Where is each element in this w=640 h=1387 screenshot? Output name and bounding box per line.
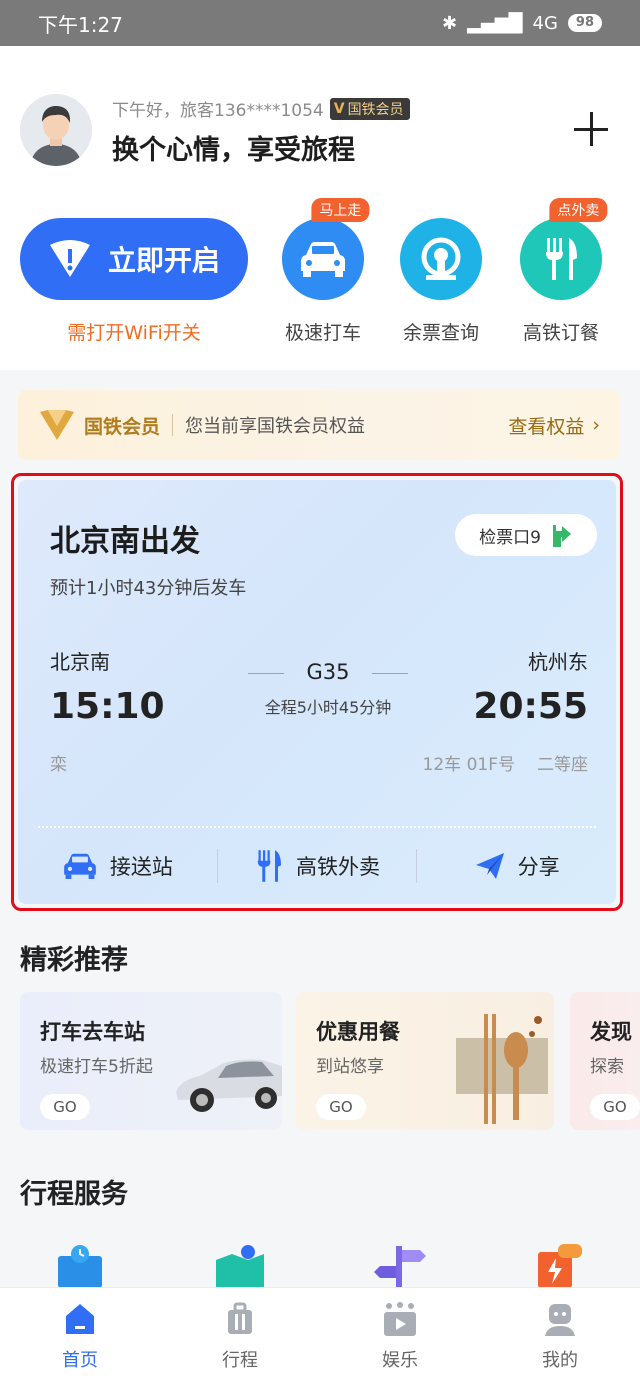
rec-card-title: 打车去车站	[40, 1020, 145, 1044]
luggage-icon	[228, 1302, 252, 1334]
profile-icon	[545, 1304, 575, 1336]
quick-action-label: 余票查询	[402, 322, 479, 344]
rec-card-subtitle: 到站悠享	[316, 1057, 384, 1077]
signal-icon: ▂▄▆█	[467, 12, 523, 34]
wifi-icon	[49, 240, 90, 277]
battery-level: 98	[567, 14, 602, 32]
car-illustration	[176, 1059, 282, 1112]
member-benefits-strip[interactable]: 国铁会员 您当前享国铁会员权益 查看权益 ›	[18, 390, 620, 460]
home-icon	[66, 1304, 94, 1334]
quick-action-label: 极速打车	[284, 322, 361, 344]
quick-action-meal[interactable]: 点外卖 高铁订餐	[506, 198, 616, 345]
bottom-nav: 首页 行程 娱乐 我的	[0, 1287, 640, 1387]
divider	[172, 414, 174, 436]
quick-action-taxi[interactable]: 马上走 极速打车	[268, 198, 378, 345]
rec-card-title: 优惠用餐	[316, 1020, 400, 1044]
rec-card-discover[interactable]: 发现 探索 GO	[570, 992, 640, 1130]
quick-action-badge: 点外卖	[549, 198, 608, 222]
greeting: 下午好，旅客136****1054 V 国铁会员	[112, 96, 410, 121]
rec-card-subtitle: 探索	[590, 1057, 624, 1077]
plus-icon[interactable]	[574, 112, 608, 146]
rec-card-subtitle: 极速打车5折起	[40, 1057, 153, 1077]
status-bar: 下午1:27 ✱ ▂▄▆█ 4G 98	[0, 0, 640, 46]
go-button[interactable]: GO	[590, 1094, 640, 1120]
nav-trips[interactable]: 行程	[160, 1288, 320, 1387]
avatar-person-icon	[20, 94, 92, 166]
clock-service-icon[interactable]	[54, 1244, 106, 1288]
nav-trips-label: 行程	[222, 1350, 258, 1371]
go-button[interactable]: GO	[316, 1094, 366, 1120]
bluetooth-icon: ✱	[442, 12, 458, 34]
car-icon	[282, 218, 364, 300]
nav-entertainment[interactable]: 娱乐	[320, 1288, 480, 1387]
nav-home[interactable]: 首页	[0, 1288, 160, 1387]
member-strip-text: 您当前享国铁会员权益	[185, 416, 366, 437]
railway-logo-icon	[400, 218, 482, 300]
v-badge-icon: V	[333, 100, 345, 117]
status-indicators: ✱ ▂▄▆█ 4G 98	[442, 13, 602, 34]
quick-action-label: 高铁订餐	[522, 322, 599, 344]
nav-profile[interactable]: 我的	[480, 1288, 640, 1387]
slogan: 换个心情，享受旅程	[112, 135, 355, 166]
network-type: 4G	[532, 12, 558, 34]
nav-entertainment-label: 娱乐	[382, 1350, 418, 1371]
nav-profile-label: 我的	[542, 1350, 578, 1371]
nav-home-label: 首页	[62, 1350, 98, 1371]
rec-card-taxi[interactable]: 打车去车站 极速打车5折起 GO	[20, 992, 282, 1130]
view-benefits-link[interactable]: 查看权益 ›	[508, 412, 600, 439]
promo-service-icon[interactable]	[534, 1244, 586, 1288]
avatar[interactable]	[20, 94, 92, 166]
map-service-icon[interactable]	[214, 1244, 266, 1288]
tv-play-icon	[384, 1302, 416, 1336]
wifi-button-label: 立即开启	[107, 244, 220, 277]
fork-knife-icon	[520, 218, 602, 300]
header-section: 下午好，旅客136****1054 V 国铁会员 换个心情，享受旅程 立即开启 …	[0, 46, 640, 370]
chevron-right-icon: ›	[592, 414, 600, 436]
signpost-service-icon[interactable]	[372, 1244, 426, 1288]
utensils-illustration	[456, 1014, 548, 1124]
services-title: 行程服务	[20, 1179, 128, 1210]
quick-action-ticket-query[interactable]: 余票查询	[386, 218, 496, 345]
quick-action-badge: 马上走	[311, 198, 370, 222]
recommend-title: 精彩推荐	[20, 945, 128, 976]
member-badge[interactable]: V 国铁会员	[329, 97, 410, 120]
status-time: 下午1:27	[38, 12, 123, 37]
rec-card-title: 发现	[590, 1020, 632, 1044]
go-button[interactable]: GO	[40, 1094, 90, 1120]
wifi-enable-button[interactable]: 立即开启	[20, 218, 248, 300]
wifi-caption: 需打开WiFi开关	[67, 322, 201, 344]
greeting-text: 下午好，旅客136****1054	[112, 101, 324, 121]
member-strip-title: 国铁会员	[84, 415, 161, 438]
view-benefits-label: 查看权益	[508, 415, 585, 438]
rec-card-meal[interactable]: 优惠用餐 到站悠享 GO	[296, 992, 554, 1130]
highlight-frame	[11, 473, 623, 911]
member-badge-label: 国铁会员	[347, 101, 404, 118]
v-badge-icon	[40, 410, 74, 440]
